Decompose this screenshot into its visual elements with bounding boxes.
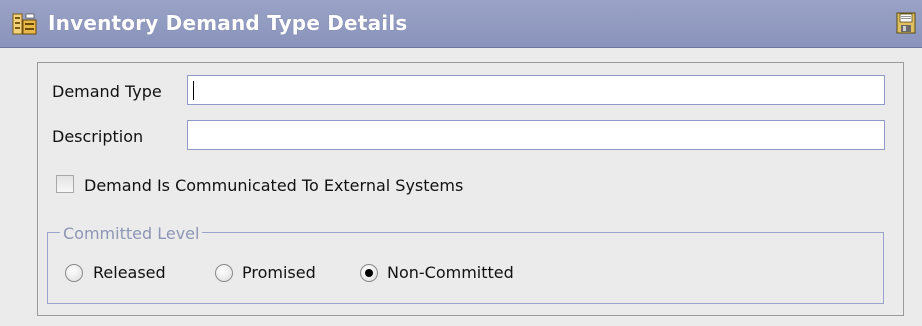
- promised-radio-label[interactable]: Promised: [242, 263, 316, 282]
- description-input[interactable]: [188, 121, 884, 149]
- radio-selected-dot: [365, 269, 373, 277]
- released-radio[interactable]: [65, 264, 83, 282]
- communicated-checkbox-label[interactable]: Demand Is Communicated To External Syste…: [84, 176, 463, 195]
- demand-type-input[interactable]: [188, 76, 884, 104]
- promised-radio[interactable]: [215, 264, 233, 282]
- communicated-checkbox[interactable]: [56, 175, 74, 193]
- save-icon[interactable]: [896, 12, 916, 34]
- non-committed-radio-label[interactable]: Non-Committed: [387, 263, 514, 282]
- demand-type-field[interactable]: [187, 75, 885, 105]
- non-committed-radio[interactable]: [360, 264, 378, 282]
- text-caret: [193, 81, 194, 100]
- demand-type-label: Demand Type: [52, 82, 162, 101]
- title-bar: Inventory Demand Type Details: [0, 0, 922, 48]
- inventory-details-icon: [12, 13, 37, 35]
- released-radio-label[interactable]: Released: [93, 263, 166, 282]
- description-label: Description: [52, 127, 144, 146]
- description-field[interactable]: [187, 120, 885, 150]
- committed-level-legend: Committed Level: [60, 224, 203, 243]
- page-title: Inventory Demand Type Details: [48, 11, 408, 35]
